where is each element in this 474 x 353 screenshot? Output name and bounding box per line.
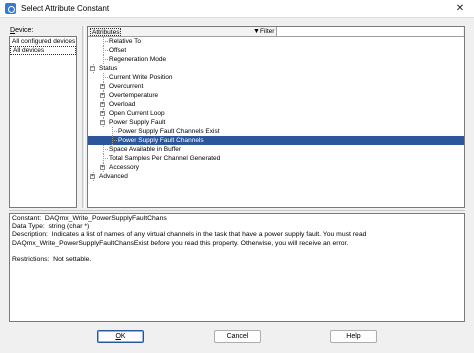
expand-toggle-icon[interactable]: + [100, 102, 105, 107]
device-list[interactable]: All configured devices All devices [9, 36, 77, 208]
tree-item-label: Power Supply Fault Channels Exist [118, 128, 220, 135]
tree-item-label: Overload [109, 101, 136, 108]
expand-toggle-icon[interactable]: + [100, 165, 105, 170]
attributes-column-header[interactable]: Attributes [90, 28, 122, 36]
window-title: Select Attribute Constant [21, 4, 110, 13]
tree-item[interactable]: Space Available in Buffer [88, 145, 464, 154]
tree-item-label: Overcurrent [109, 83, 144, 90]
cancel-button[interactable]: Cancel [214, 330, 261, 343]
panel-splitter[interactable] [82, 26, 85, 208]
tree-item[interactable]: Total Samples Per Channel Generated [88, 154, 464, 163]
description-box: Constant: DAQmx_Write_PowerSupplyFaultCh… [9, 213, 465, 322]
device-label: Device: [10, 27, 33, 34]
tree-item-label: Overtemperature [109, 92, 159, 99]
tree-item[interactable]: + Overtemperature [88, 91, 464, 100]
device-label-text: evice: [15, 27, 34, 34]
tree-item[interactable]: Power Supply Fault Channels [88, 136, 464, 145]
collapse-toggle-icon[interactable]: − [100, 120, 105, 125]
description-line: DAQmx_Write_PowerSupplyFaultChansExist b… [12, 239, 349, 247]
tree-item-label: Relative To [109, 38, 142, 45]
device-list-item[interactable]: All configured devices [10, 37, 76, 46]
tree-item[interactable]: + Open Current Loop [88, 109, 464, 118]
expand-toggle-icon[interactable]: + [100, 93, 105, 98]
tree-item-label: Accessory [109, 164, 139, 171]
tree-item[interactable]: Current Write Position [88, 73, 464, 82]
description-line: Restrictions: Not settable. [12, 256, 92, 263]
tree-item-label: Regeneration Mode [109, 56, 167, 63]
tree-item-label: Open Current Loop [109, 110, 165, 117]
collapse-toggle-icon[interactable]: − [90, 66, 95, 71]
app-icon [5, 3, 16, 14]
tree-item[interactable]: + Overload [88, 100, 464, 109]
expand-toggle-icon[interactable]: + [100, 111, 105, 116]
description-line: Description: Indicates a list of names o… [12, 231, 367, 239]
help-button[interactable]: Help [330, 330, 377, 343]
tree-item-label: Power Supply Fault Channels [118, 137, 204, 144]
tree-item-label: Status [99, 65, 118, 72]
tree-item[interactable]: Relative To [88, 37, 464, 46]
expand-toggle-icon[interactable]: + [100, 84, 105, 89]
description-line: Data Type: string (char *) [12, 223, 90, 231]
filter-input[interactable] [276, 27, 463, 36]
tree-item-label: Offset [109, 47, 127, 54]
tree-item-label: Total Samples Per Channel Generated [109, 155, 221, 162]
tree-item[interactable]: − Power Supply Fault [88, 118, 464, 127]
tree-item-label: Power Supply Fault [109, 119, 166, 126]
title-bar: Select Attribute Constant ✕ [0, 0, 474, 18]
description-line [12, 248, 462, 256]
tree-item[interactable]: + Overcurrent [88, 82, 464, 91]
ok-label: K [120, 333, 126, 340]
tree-item-label: Current Write Position [109, 74, 173, 81]
filter-label: Filter [260, 28, 275, 35]
tree-item[interactable]: Power Supply Fault Channels Exist [88, 127, 464, 136]
attributes-header: Attributes ▼ Filter [88, 27, 464, 37]
tree-item[interactable]: + Advanced [88, 172, 464, 181]
tree-item-label: Space Available in Buffer [109, 146, 182, 153]
horizontal-splitter[interactable] [9, 210, 465, 211]
tree-item[interactable]: Offset [88, 46, 464, 55]
attributes-tree: Relative To Offset Regeneration Mode − Statu… [88, 37, 464, 181]
tree-item[interactable]: Regeneration Mode [88, 55, 464, 64]
device-list-item[interactable]: All devices [10, 46, 76, 55]
close-button[interactable]: ✕ [446, 0, 474, 17]
tree-item[interactable]: − Status [88, 64, 464, 73]
filter-funnel-icon: ▼ [253, 28, 260, 35]
description-line: Constant: DAQmx_Write_PowerSupplyFaultCh… [12, 215, 167, 222]
expand-toggle-icon[interactable]: + [90, 174, 95, 179]
attributes-tree-pane: Attributes ▼ Filter Relative To Offset Reg… [87, 26, 465, 208]
tree-item[interactable]: + Accessory [88, 163, 464, 172]
ok-button[interactable]: OK [97, 330, 144, 343]
tree-item-label: Advanced [99, 173, 128, 180]
